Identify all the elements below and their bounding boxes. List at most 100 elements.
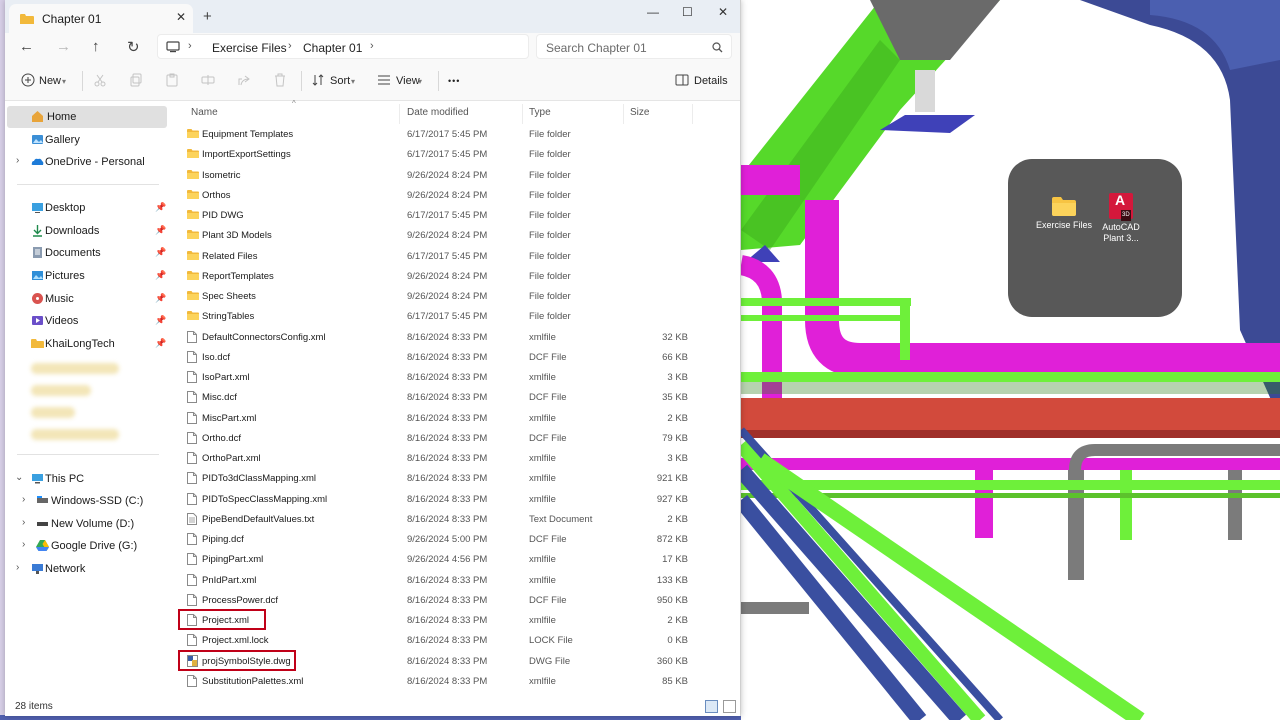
minimize-button[interactable]: —: [647, 5, 659, 19]
refresh-button[interactable]: ↻: [127, 38, 140, 56]
sidebar-item-documents[interactable]: Documents 📌: [5, 242, 166, 264]
sidebar-item-videos[interactable]: Videos 📌: [5, 310, 166, 332]
up-button[interactable]: ↑: [92, 38, 100, 55]
new-icon: [21, 73, 35, 87]
file-icon: [187, 533, 197, 545]
back-button[interactable]: ←: [19, 38, 34, 55]
column-divider[interactable]: [522, 104, 523, 124]
pictures-icon: [32, 271, 43, 280]
chevron-right-icon: ›: [22, 539, 26, 550]
table-row[interactable]: Misc.dcf 8/16/2024 8:33 PM DCF File 35 KB: [173, 387, 733, 407]
table-row[interactable]: PIDTo3dClassMapping.xml 8/16/2024 8:33 PM…: [173, 468, 733, 488]
table-row[interactable]: Orthos 9/26/2024 8:24 PM File folder: [173, 185, 733, 205]
videos-icon: [32, 316, 43, 325]
sidebar-item-home[interactable]: Home: [7, 106, 167, 128]
sidebar-item-drive-d[interactable]: › New Volume (D:): [5, 513, 165, 535]
paste-icon[interactable]: [165, 73, 179, 87]
view-button[interactable]: View: [396, 75, 420, 87]
file-name: MiscPart.xml: [202, 412, 257, 424]
computer-icon: [32, 474, 43, 484]
sidebar-item-network[interactable]: › Network: [5, 558, 165, 580]
search-field[interactable]: Search Chapter 01: [536, 34, 732, 59]
cut-icon[interactable]: [93, 73, 107, 87]
view-icon: [378, 75, 390, 85]
pin-icon: 📌: [155, 338, 167, 348]
sidebar-item-this-pc[interactable]: ⌄ This PC: [5, 468, 165, 490]
sidebar-item-gallery[interactable]: Gallery: [5, 129, 165, 151]
more-options-button[interactable]: •••: [448, 76, 460, 86]
table-row[interactable]: OrthoPart.xml 8/16/2024 8:33 PM xmlfile 3 K…: [173, 448, 733, 468]
table-row[interactable]: ProcessPower.dcf 8/16/2024 8:33 PM DCF Fil…: [173, 590, 733, 610]
sidebar-item-label: Network: [45, 563, 86, 575]
table-row[interactable]: PipingPart.xml 9/26/2024 4:56 PM xmlfile 17…: [173, 549, 733, 569]
sidebar-item-label: Pictures: [45, 270, 85, 282]
column-divider[interactable]: [623, 104, 624, 124]
file-date: 9/26/2024 5:00 PM: [407, 534, 488, 545]
file-name: Related Files: [202, 250, 258, 262]
table-row[interactable]: SubstitutionPalettes.xml 8/16/2024 8:33 P…: [173, 671, 733, 691]
table-row[interactable]: ImportExportSettings 6/17/2017 5:45 PM Fil…: [173, 144, 733, 164]
tab-chapter-01[interactable]: Chapter 01 ✕: [9, 4, 193, 33]
tab-close-button[interactable]: ✕: [176, 10, 186, 24]
desktop-item-exercise-files[interactable]: Exercise Files: [1036, 195, 1092, 231]
table-row[interactable]: Plant 3D Models 9/26/2024 8:24 PM File fol…: [173, 225, 733, 245]
column-header-type[interactable]: Type: [529, 107, 551, 118]
file-size: 133 KB: [656, 574, 688, 586]
sidebar-item-music[interactable]: Music 📌: [5, 288, 166, 310]
table-row[interactable]: Project.xml.lock 8/16/2024 8:33 PM LOCK Fi…: [173, 630, 733, 650]
sort-button[interactable]: Sort: [330, 75, 350, 87]
column-header-name[interactable]: Name: [191, 107, 218, 118]
delete-icon[interactable]: [273, 73, 287, 87]
sidebar-item-drive-c[interactable]: › Windows-SSD (C:): [5, 490, 165, 512]
details-view-toggle[interactable]: [705, 700, 718, 713]
details-pane-icon: [675, 74, 689, 86]
breadcrumb-exercise-files[interactable]: Exercise Files: [212, 41, 287, 55]
folder-icon: [187, 210, 199, 219]
table-row[interactable]: PID DWG 6/17/2017 5:45 PM File folder: [173, 205, 733, 225]
close-button[interactable]: ✕: [718, 5, 728, 19]
copy-icon[interactable]: [129, 73, 143, 87]
maximize-button[interactable]: ☐: [682, 5, 693, 19]
table-row[interactable]: PipeBendDefaultValues.txt 8/16/2024 8:33 …: [173, 509, 733, 529]
tiles-view-toggle[interactable]: [723, 700, 736, 713]
table-row[interactable]: ReportTemplates 9/26/2024 8:24 PM File fol…: [173, 266, 733, 286]
rename-icon[interactable]: [201, 73, 215, 87]
table-row[interactable]: PIDToSpecClassMapping.xml 8/16/2024 8:33 …: [173, 489, 733, 509]
sidebar-item-khailongtech[interactable]: KhaiLongTech 📌: [5, 333, 167, 355]
table-row[interactable]: Spec Sheets 9/26/2024 8:24 PM File folder: [173, 286, 733, 306]
table-row[interactable]: Ortho.dcf 8/16/2024 8:33 PM DCF File 79 KB: [173, 428, 733, 448]
sidebar-item-downloads[interactable]: Downloads 📌: [5, 220, 166, 242]
column-header-size[interactable]: Size: [630, 107, 649, 118]
table-row[interactable]: Related Files 6/17/2017 5:45 PM File folde…: [173, 246, 733, 266]
address-field[interactable]: › Exercise Files › Chapter 01 ›: [157, 34, 529, 59]
column-divider[interactable]: [692, 104, 693, 124]
table-row[interactable]: DefaultConnectorsConfig.xml 8/16/2024 8:3…: [173, 327, 733, 347]
table-row[interactable]: Isometric 9/26/2024 8:24 PM File folder: [173, 165, 733, 185]
column-header-date[interactable]: Date modified: [407, 107, 469, 118]
sidebar-item-pictures[interactable]: Pictures 📌: [5, 265, 166, 287]
new-tab-button[interactable]: +: [203, 8, 212, 25]
new-button[interactable]: New: [39, 75, 61, 87]
breadcrumb-chapter-01[interactable]: Chapter 01: [303, 41, 362, 55]
table-row[interactable]: StringTables 6/17/2017 5:45 PM File folder: [173, 306, 733, 326]
column-divider[interactable]: [399, 104, 400, 124]
file-type: DCF File: [529, 392, 567, 404]
table-row[interactable]: Piping.dcf 9/26/2024 5:00 PM DCF File 872 K…: [173, 529, 733, 549]
pin-icon: 📌: [155, 202, 167, 212]
sidebar-item-drive-g[interactable]: › Google Drive (G:): [5, 535, 165, 557]
details-button[interactable]: Details: [694, 75, 728, 87]
file-explorer-window: Chapter 01 ✕ + — ☐ ✕ ← → ↑ ↻ › Exercise …: [5, 0, 741, 716]
desktop-item-autocad-plant3d[interactable]: A 3D AutoCAD Plant 3...: [1096, 193, 1146, 244]
table-row[interactable]: PnIdPart.xml 8/16/2024 8:33 PM xmlfile 133 …: [173, 570, 733, 590]
file-name: DefaultConnectorsConfig.xml: [202, 331, 326, 343]
table-row[interactable]: Equipment Templates 6/17/2017 5:45 PM File…: [173, 124, 733, 144]
sidebar-item-desktop[interactable]: Desktop 📌: [5, 197, 167, 219]
table-row[interactable]: MiscPart.xml 8/16/2024 8:33 PM xmlfile 2 KB: [173, 408, 733, 428]
table-row[interactable]: IsoPart.xml 8/16/2024 8:33 PM xmlfile 3 KB: [173, 367, 733, 387]
sidebar-item-onedrive[interactable]: › OneDrive - Personal: [5, 151, 165, 173]
share-icon[interactable]: [237, 73, 251, 87]
file-date: 8/16/2024 8:33 PM: [407, 493, 488, 505]
folder-icon: [1052, 197, 1076, 216]
forward-button[interactable]: →: [56, 38, 71, 55]
table-row[interactable]: Iso.dcf 8/16/2024 8:33 PM DCF File 66 KB: [173, 347, 733, 367]
